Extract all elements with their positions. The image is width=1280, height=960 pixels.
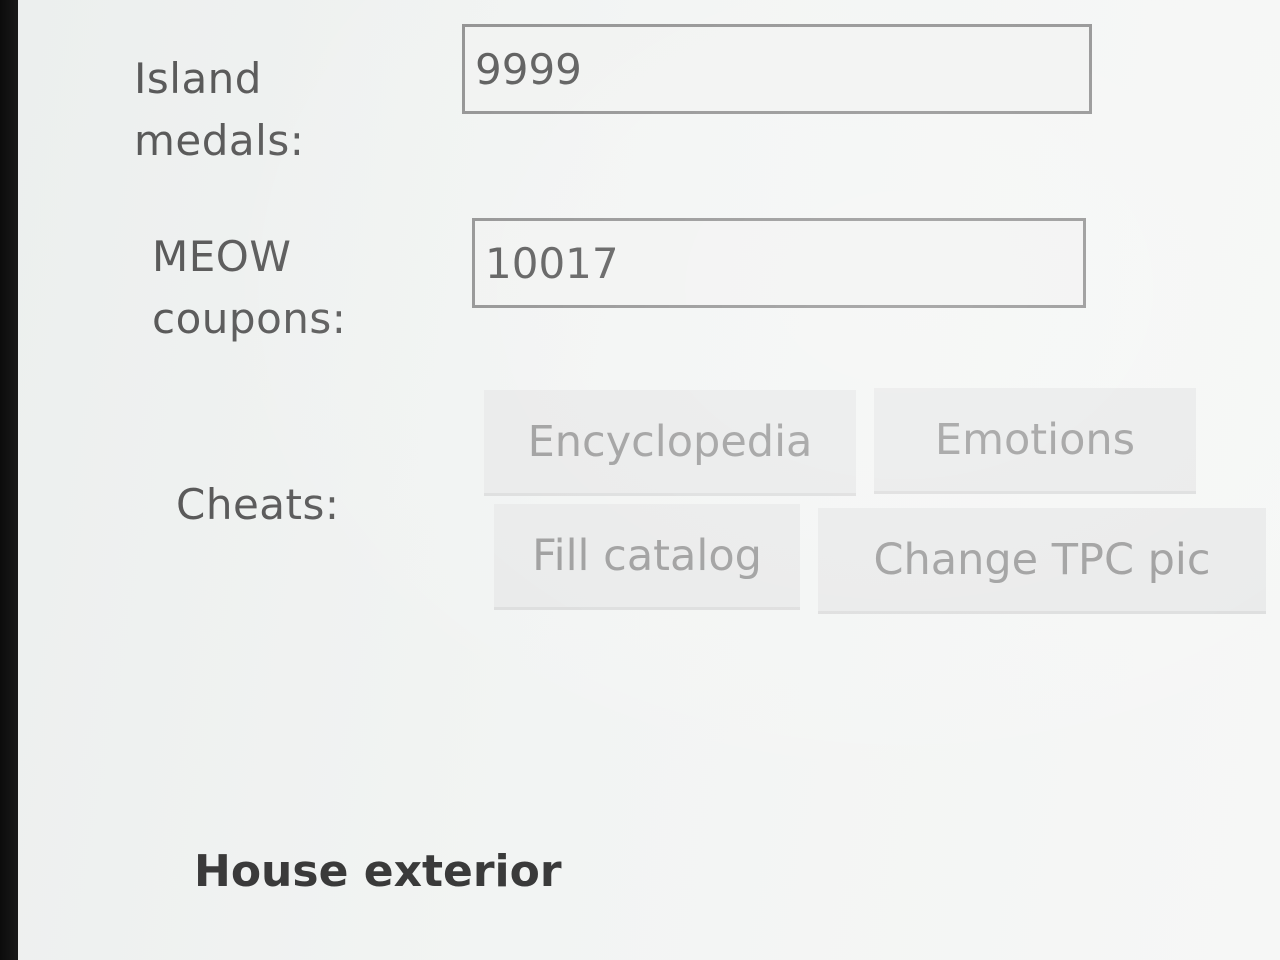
- island-medals-label-line2: medals:: [134, 116, 305, 165]
- island-medals-label-line1: Island: [134, 54, 262, 103]
- island-medals-label: Island medals:: [134, 48, 304, 172]
- emotions-button[interactable]: Emotions: [874, 388, 1196, 494]
- meow-coupons-input[interactable]: [472, 218, 1086, 308]
- cheats-label: Cheats:: [176, 480, 340, 529]
- encyclopedia-button[interactable]: Encyclopedia: [484, 390, 856, 496]
- fill-catalog-button[interactable]: Fill catalog: [494, 504, 800, 610]
- editor-panel: Island medals: MEOW coupons: Cheats: Enc…: [18, 0, 1280, 960]
- meow-coupons-label: MEOW coupons:: [152, 226, 346, 350]
- meow-coupons-label-line2: coupons:: [152, 294, 347, 343]
- change-tpc-pic-button[interactable]: Change TPC pic: [818, 508, 1266, 614]
- island-medals-input[interactable]: [462, 24, 1092, 114]
- meow-coupons-label-line1: MEOW: [152, 232, 292, 281]
- house-exterior-heading: House exterior: [194, 846, 562, 897]
